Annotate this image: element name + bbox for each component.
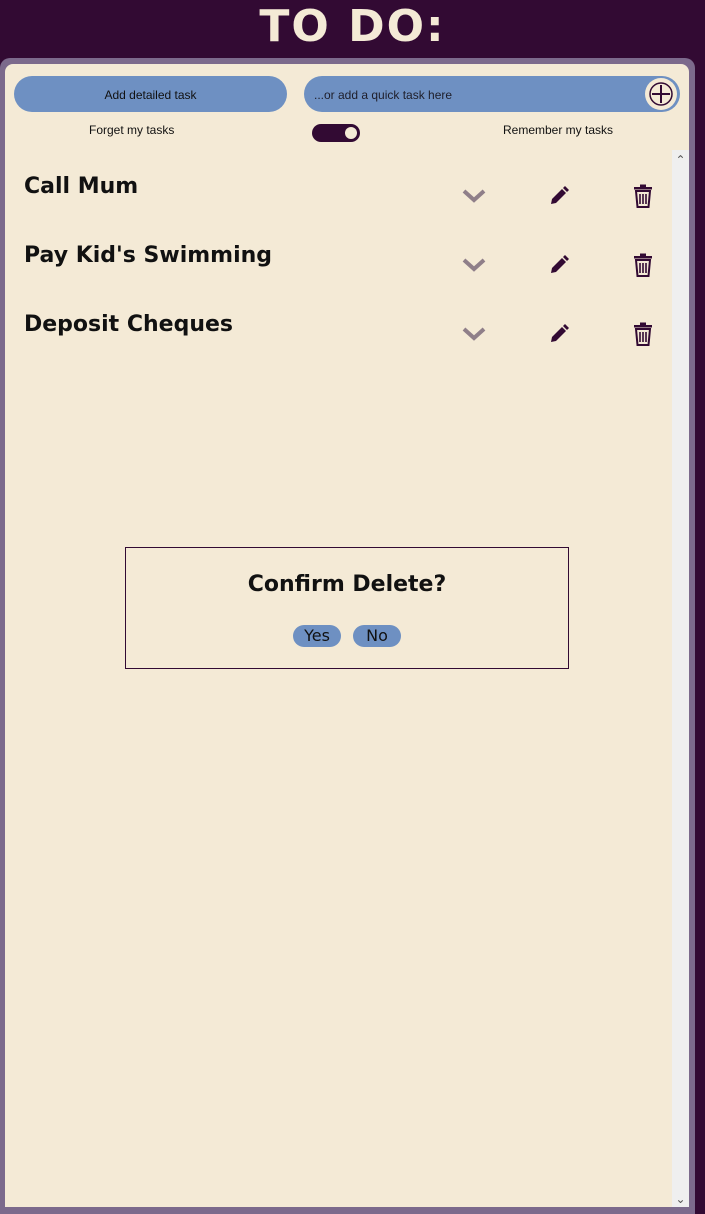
quick-task-input[interactable] (312, 76, 646, 114)
pencil-icon (551, 255, 569, 273)
delete-task-button[interactable] (629, 182, 657, 210)
task-title: Pay Kid's Swimming (24, 243, 273, 268)
pencil-icon (551, 186, 569, 204)
scrollbar[interactable]: ⌃ ⌄ (672, 150, 689, 1207)
remember-tasks-toggle[interactable] (312, 124, 360, 142)
quick-task-bar (304, 76, 680, 114)
forget-tasks-label: Forget my tasks (89, 123, 175, 137)
scroll-up-arrow-icon[interactable]: ⌃ (672, 152, 689, 168)
remember-tasks-label: Remember my tasks (503, 123, 614, 137)
trash-icon (634, 322, 652, 346)
confirm-delete-title: Confirm Delete? (247, 572, 447, 597)
edit-task-button[interactable] (545, 320, 573, 348)
expand-task-button[interactable] (460, 320, 488, 348)
task-item: Deposit Cheques (0, 312, 672, 372)
add-quick-task-button[interactable] (645, 78, 677, 110)
edit-task-button[interactable] (545, 251, 573, 279)
edit-task-button[interactable] (545, 182, 573, 210)
confirm-delete-dialog: Confirm Delete? Yes No (125, 547, 569, 669)
toggle-knob (345, 127, 357, 139)
plus-icon (649, 82, 673, 106)
delete-task-button[interactable] (629, 320, 657, 348)
add-detailed-task-button[interactable]: Add detailed task (14, 76, 287, 112)
trash-icon (634, 253, 652, 277)
task-item: Call Mum (0, 174, 672, 234)
chevron-down-icon (462, 189, 486, 203)
chevron-down-icon (462, 258, 486, 272)
scroll-down-arrow-icon[interactable]: ⌄ (672, 1191, 689, 1207)
confirm-no-button[interactable]: No (353, 625, 401, 647)
app-title: TO DO: (259, 1, 446, 52)
confirm-yes-button[interactable]: Yes (293, 625, 341, 647)
task-title: Call Mum (24, 174, 139, 199)
task-item: Pay Kid's Swimming (0, 243, 672, 303)
chevron-down-icon (462, 327, 486, 341)
trash-icon (634, 184, 652, 208)
delete-task-button[interactable] (629, 251, 657, 279)
task-title: Deposit Cheques (24, 312, 234, 337)
pencil-icon (551, 324, 569, 342)
expand-task-button[interactable] (460, 182, 488, 210)
expand-task-button[interactable] (460, 251, 488, 279)
